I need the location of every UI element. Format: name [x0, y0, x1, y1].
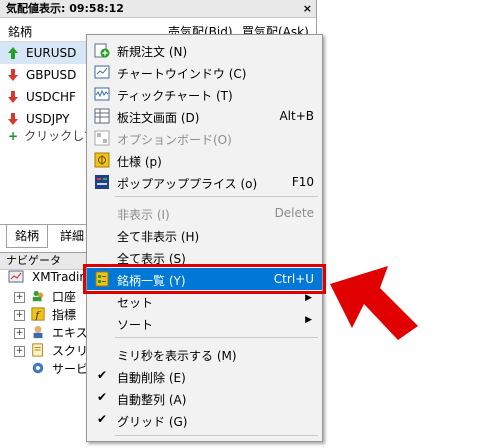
- menu-item-label: 自動整列 (A): [117, 393, 187, 407]
- menu-item-label: ミリ秒を表示する (M): [117, 349, 237, 363]
- expand-icon[interactable]: +: [14, 292, 25, 303]
- context-menu: 新規注文 (N) チャートウインドウ (C) ティックチャート (T) 板注文画…: [83, 34, 326, 442]
- down-arrow-icon: [8, 91, 18, 103]
- market-watch-title-text: 気配値表示: 09:58:12: [6, 2, 124, 15]
- symbols-icon: [95, 271, 109, 287]
- depth-of-market-icon: [94, 108, 110, 124]
- menu-item-chart-window[interactable]: チャートウインドウ (C): [87, 61, 322, 83]
- submenu-arrow-icon: ▶: [305, 315, 312, 325]
- menu-item-sets[interactable]: セット ▶: [87, 290, 322, 312]
- menu-item-label: ソート: [117, 318, 154, 332]
- expand-icon[interactable]: +: [14, 328, 25, 339]
- menu-item-popup-prices[interactable]: ポップアッププライス (o) F10: [87, 171, 322, 193]
- new-order-icon: [94, 43, 110, 58]
- menu-separator: [115, 196, 318, 197]
- symbol-name: USDJPY: [26, 112, 70, 126]
- menu-item-sort[interactable]: ソート ▶: [87, 312, 322, 334]
- symbol-name: EURUSD: [26, 46, 77, 60]
- menu-item-shortcut: F10: [291, 175, 314, 189]
- popup-prices-icon: [95, 175, 109, 189]
- tab-symbols[interactable]: 銘柄: [6, 225, 49, 248]
- menu-item-label: 全て非表示 (H): [117, 230, 200, 244]
- down-arrow-icon: [8, 113, 18, 125]
- navigator-item-label: 口座: [52, 290, 77, 304]
- menu-item-auto-remove[interactable]: ✔ 自動削除 (E): [87, 365, 322, 387]
- menu-item-label: ティックチャート (T): [117, 89, 233, 103]
- checkmark-icon: ✔: [97, 368, 108, 382]
- menu-separator: [115, 435, 318, 436]
- menu-item-label: 自動削除 (E): [117, 371, 186, 385]
- navigator-root-label: XMTradin: [32, 270, 87, 284]
- menu-item-option-board: オプションボード(O): [87, 127, 322, 149]
- menu-item-label: 板注文画面 (D): [117, 111, 200, 125]
- menu-item-hide-all[interactable]: 全て非表示 (H): [87, 224, 322, 246]
- menu-item-label: グリッド (G): [117, 415, 188, 429]
- services-gear-icon: [32, 362, 44, 374]
- menu-item-new-order[interactable]: 新規注文 (N): [87, 39, 322, 61]
- navigator-item-label: スクリ: [52, 344, 89, 358]
- scripts-icon: [32, 343, 43, 357]
- plus-icon: +: [8, 129, 19, 143]
- menu-item-depth-of-market[interactable]: 板注文画面 (D) Alt+B: [87, 105, 322, 127]
- annotation-arrow-icon: [330, 266, 418, 340]
- menu-item-label: オプションボード(O): [117, 133, 232, 147]
- navigator-item-label: 指標: [52, 308, 77, 322]
- submenu-arrow-icon: ▶: [305, 293, 312, 303]
- accounts-icon: [32, 290, 44, 302]
- menu-item-show-milliseconds[interactable]: ミリ秒を表示する (M): [87, 343, 322, 365]
- market-watch-title: 気配値表示: 09:58:12: [0, 0, 316, 18]
- menu-item-label: セット: [117, 296, 154, 310]
- chart-window-icon: [94, 65, 110, 79]
- menu-item-specification[interactable]: 仕様 (p): [87, 149, 322, 171]
- menu-item-label: 新規注文 (N): [117, 45, 188, 59]
- menu-item-shortcut: Ctrl+U: [273, 272, 314, 286]
- expand-icon[interactable]: +: [14, 310, 25, 321]
- navigator-item-label: サービ: [52, 362, 89, 376]
- navigator-item-label: エキス: [52, 326, 88, 340]
- symbol-name: USDCHF: [26, 90, 76, 104]
- menu-item-tick-chart[interactable]: ティックチャート (T): [87, 83, 322, 105]
- menu-item-grid[interactable]: ✔ グリッド (G): [87, 409, 322, 431]
- menu-item-shortcut: Delete: [274, 206, 314, 220]
- symbol-name: GBPUSD: [26, 68, 77, 82]
- menu-item-label: 仕様 (p): [117, 155, 162, 169]
- menu-item-label: 銘柄一覧 (Y): [117, 274, 186, 288]
- option-board-icon: [94, 130, 110, 146]
- close-icon[interactable]: ×: [303, 0, 312, 18]
- menu-item-symbols[interactable]: 銘柄一覧 (Y) Ctrl+U: [83, 264, 326, 294]
- expand-icon[interactable]: +: [14, 346, 25, 357]
- down-arrow-icon: [8, 69, 18, 81]
- menu-item-show-all[interactable]: 全て表示 (S): [87, 246, 322, 268]
- menu-item-label: チャートウインドウ (C): [117, 67, 247, 81]
- indicators-icon: f: [31, 307, 45, 321]
- menu-item-auto-arrange[interactable]: ✔ 自動整列 (A): [87, 387, 322, 409]
- checkmark-icon: ✔: [97, 412, 108, 426]
- checkmark-icon: ✔: [97, 390, 108, 404]
- menu-item-shortcut: Alt+B: [279, 109, 314, 123]
- menu-separator: [115, 337, 318, 338]
- terminal-icon: [8, 270, 24, 283]
- menu-item-label: ポップアッププライス (o): [117, 177, 258, 191]
- specification-icon: [94, 152, 110, 168]
- up-arrow-icon: [8, 47, 18, 59]
- menu-item-label: 非表示 (I): [117, 208, 170, 222]
- column-symbol[interactable]: 銘柄: [8, 23, 32, 40]
- expert-advisor-icon: [33, 325, 43, 339]
- menu-item-hide: 非表示 (I) Delete: [87, 202, 322, 224]
- menu-item-label: 全て表示 (S): [117, 252, 186, 266]
- tick-chart-icon: [94, 87, 110, 101]
